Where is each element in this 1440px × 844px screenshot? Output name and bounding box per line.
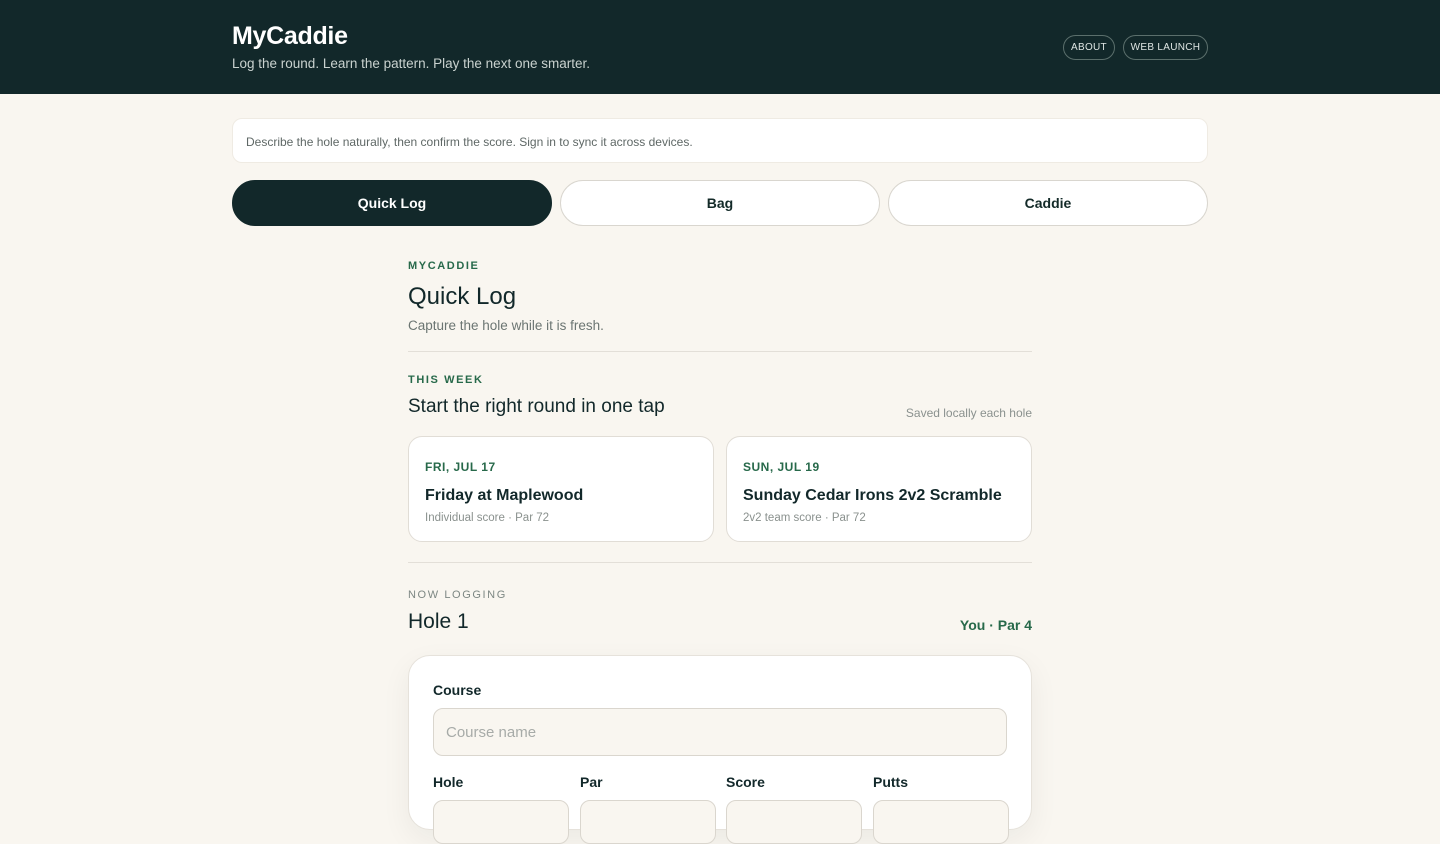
course-label: Course (433, 682, 482, 698)
round-name: Sunday Cedar Irons 2v2 Scramble (743, 487, 1002, 504)
score-field-label: Score (726, 774, 765, 790)
divider (408, 351, 1032, 352)
hole-field-label: Hole (433, 774, 464, 790)
par-input[interactable] (580, 800, 716, 844)
page-title: Quick Log (408, 283, 517, 310)
sync-notice: Describe the hole naturally, then confir… (232, 118, 1208, 163)
score-input[interactable] (726, 800, 862, 844)
round-date: FRI, JUL 17 (425, 460, 496, 474)
hole-input[interactable] (433, 800, 569, 844)
tab-bag[interactable]: Bag (560, 180, 880, 226)
round-name: Friday at Maplewood (425, 487, 584, 504)
app-header: MyCaddie Log the round. Learn the patter… (0, 0, 1440, 94)
web-launch-link[interactable]: WEB LAUNCH (1123, 35, 1208, 60)
round-meta: 2v2 team score · Par 72 (743, 512, 866, 524)
now-logging-eyebrow: NOW LOGGING (408, 589, 507, 601)
about-link[interactable]: ABOUT (1063, 35, 1115, 60)
putts-input[interactable] (873, 800, 1009, 844)
round-meta: Individual score · Par 72 (425, 512, 550, 524)
round-date: SUN, JUL 19 (743, 460, 820, 474)
par-field-label: Par (580, 774, 603, 790)
course-input[interactable] (433, 708, 1007, 756)
this-week-eyebrow: THIS WEEK (408, 374, 484, 386)
this-week-title: Start the right round in one tap (408, 396, 665, 417)
tab-caddie[interactable]: Caddie (888, 180, 1208, 226)
divider (408, 562, 1032, 563)
page-eyebrow: MYCADDIE (408, 260, 480, 272)
page-subtitle: Capture the hole while it is fresh. (408, 318, 604, 333)
log-form-card: Course Hole Par Score Putts (408, 655, 1032, 844)
tab-quick-log[interactable]: Quick Log (232, 180, 552, 226)
app-tagline: Log the round. Learn the pattern. Play t… (232, 56, 590, 71)
round-card[interactable]: FRI, JUL 17 Friday at Maplewood Individu… (408, 436, 714, 542)
hole-title: Hole 1 (408, 610, 469, 633)
saved-note: Saved locally each hole (905, 406, 1032, 420)
round-card[interactable]: SUN, JUL 19 Sunday Cedar Irons 2v2 Scram… (726, 436, 1032, 542)
putts-field-label: Putts (873, 774, 908, 790)
app-title: MyCaddie (232, 22, 348, 50)
hole-meta: You · Par 4 (959, 617, 1032, 633)
